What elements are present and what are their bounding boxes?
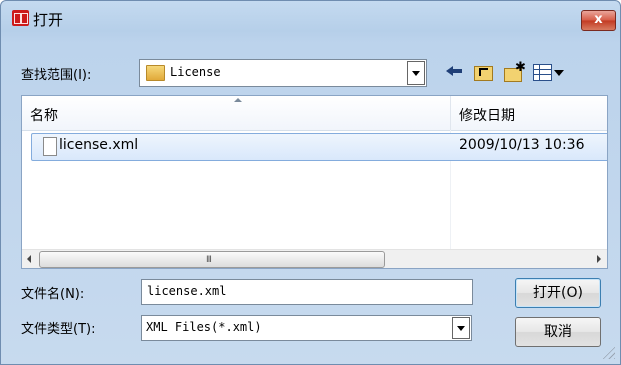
close-button[interactable]: x: [581, 10, 616, 31]
file-type-label: 文件类型(T):: [21, 322, 96, 337]
look-in-label: 查找范围(I):: [21, 68, 92, 83]
view-menu-icon[interactable]: [533, 61, 569, 83]
file-name-label: 文件名(N):: [21, 287, 85, 302]
folder-icon: [146, 65, 165, 81]
list-header: 名称 修改日期: [22, 96, 607, 131]
resize-grip-icon[interactable]: [601, 345, 615, 359]
file-list[interactable]: 名称 修改日期 license.xml 2009/10/13 10:36 III: [21, 95, 608, 269]
column-header-name[interactable]: 名称: [30, 105, 58, 125]
file-type-dropdown-button[interactable]: [452, 317, 470, 339]
scroll-left-icon[interactable]: [22, 250, 38, 268]
look-in-dropdown-button[interactable]: [407, 61, 425, 85]
sort-ascending-icon: [234, 98, 242, 102]
file-type-value: XML Files(*.xml): [146, 320, 262, 334]
scroll-grip: III: [206, 255, 212, 265]
file-name-value: license.xml: [147, 284, 227, 298]
scroll-right-icon[interactable]: [591, 250, 607, 268]
look-in-value: License: [170, 65, 221, 79]
file-modified-date: 2009/10/13 10:36: [459, 137, 585, 153]
list-item[interactable]: license.xml 2009/10/13 10:36: [31, 133, 607, 161]
file-name: license.xml: [59, 137, 139, 153]
file-icon: [43, 137, 57, 156]
file-type-combobox[interactable]: XML Files(*.xml): [141, 315, 472, 341]
file-name-input[interactable]: license.xml: [141, 279, 473, 305]
scroll-thumb[interactable]: III: [39, 251, 385, 268]
dialog-title: 打开: [33, 11, 64, 29]
new-folder-icon[interactable]: ✱: [503, 61, 526, 83]
open-file-dialog: 打开 x 查找范围(I): License ✱ 名称 修改日期 license.…: [0, 0, 621, 365]
back-arrow-icon[interactable]: [445, 61, 463, 83]
open-button[interactable]: 打开(O): [515, 278, 601, 308]
app-icon: [12, 10, 29, 26]
column-divider[interactable]: [450, 96, 451, 130]
column-header-modified[interactable]: 修改日期: [459, 105, 515, 125]
up-folder-icon[interactable]: [473, 61, 493, 83]
title-bar[interactable]: 打开 x: [1, 1, 620, 41]
look-in-combobox[interactable]: License: [139, 59, 427, 87]
cancel-button[interactable]: 取消: [515, 317, 601, 347]
horizontal-scrollbar[interactable]: III: [22, 249, 607, 268]
